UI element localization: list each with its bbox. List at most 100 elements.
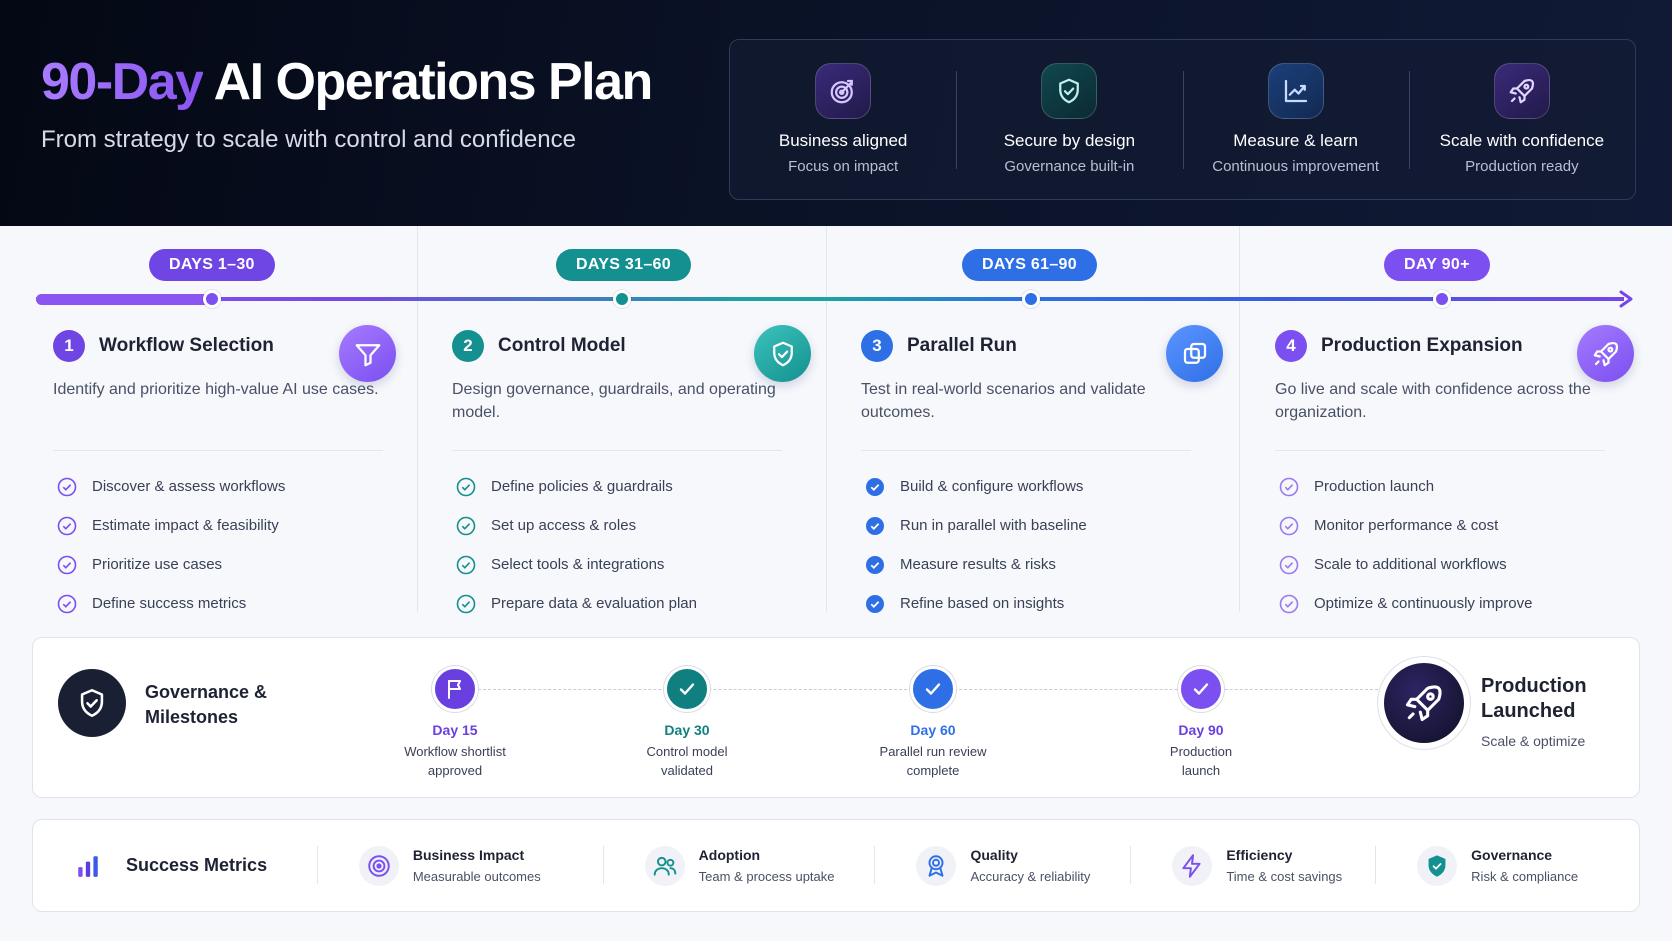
- checklist-item: Define success metrics: [53, 584, 388, 623]
- line-chart-icon: [1267, 63, 1324, 119]
- checklist-text: Discover & assess workflows: [92, 478, 286, 495]
- pillar-subtitle: Continuous improvement: [1212, 158, 1379, 175]
- checklist-text: Set up access & roles: [491, 517, 637, 534]
- pillar-measure-learn: Measure & learn Continuous improvement: [1182, 40, 1409, 199]
- metric-adoption: Adoption Team & process uptake: [602, 819, 875, 912]
- metric-quality: Quality Accuracy & reliability: [874, 819, 1130, 912]
- checklist-text: Monitor performance & cost: [1314, 517, 1499, 534]
- timeline-track: [36, 297, 1624, 301]
- launch-subtitle: Scale & optimize: [1481, 733, 1586, 749]
- check-circle-icon: [866, 477, 884, 496]
- phase-title: Workflow Selection: [99, 335, 274, 356]
- phase-checklist: Build & configure workflows Run in paral…: [861, 467, 1196, 623]
- column-divider: [1239, 226, 1240, 612]
- award-icon: [916, 845, 957, 886]
- milestone-day: Day 15: [432, 722, 478, 738]
- timeline-dot: [203, 290, 221, 308]
- phase-description: Test in real-world scenarios and validat…: [861, 381, 1146, 421]
- checklist-text: Refine based on insights: [900, 595, 1065, 612]
- launch-title: Production Launched: [1481, 675, 1587, 722]
- pillar-subtitle: Governance built-in: [1004, 158, 1135, 175]
- phase-divider: [1275, 450, 1605, 451]
- checklist-item: Set up access & roles: [452, 506, 787, 545]
- governance-title: Governance & Milestones: [145, 682, 268, 727]
- checklist-item: Build & configure workflows: [861, 467, 1196, 506]
- checklist-item: Discover & assess workflows: [53, 467, 388, 506]
- milestone-day15: Day 15 Workflow shortlist approved: [380, 666, 530, 780]
- checklist-text: Prioritize use cases: [92, 556, 223, 573]
- metric-title: Business Impact: [412, 847, 525, 863]
- phase-card: 4 Production Expansion Go live and scale…: [1275, 325, 1634, 623]
- phase-pill: DAYS 31–60: [556, 249, 691, 281]
- check-icon: [910, 666, 956, 712]
- shield-check-icon: [754, 325, 811, 382]
- metric-efficiency: Efficiency Time & cost savings: [1130, 819, 1375, 912]
- milestone-day90: Day 90 Production launch: [1126, 666, 1276, 780]
- phase-checklist: Define policies & guardrails Set up acce…: [452, 467, 787, 623]
- arrow-right-icon: [1619, 290, 1633, 308]
- check-circle-icon: [866, 594, 884, 613]
- phase-title: Production Expansion: [1321, 335, 1523, 356]
- metrics-card: Success Metrics Business Impact Measurab…: [32, 819, 1640, 912]
- phase-description: Identify and prioritize high-value AI us…: [53, 381, 379, 398]
- metric-subtitle: Accuracy & reliability: [970, 869, 1091, 884]
- phase-pill: DAY 90+: [1384, 249, 1490, 281]
- metrics-header: Success Metrics: [33, 853, 317, 879]
- phase-number: 3: [861, 330, 893, 362]
- timeline-dot: [1433, 290, 1451, 308]
- copy-icon: [1166, 325, 1223, 382]
- header-banner: 90-Day AI Operations Plan From strategy …: [0, 0, 1672, 226]
- pillar-subtitle: Focus on impact: [788, 158, 899, 175]
- timeline-dot: [1022, 290, 1040, 308]
- checklist-text: Estimate impact & feasibility: [92, 517, 279, 534]
- phase-card: 3 Parallel Run Test in real-world scenar…: [861, 325, 1223, 623]
- target-icon: [815, 63, 872, 119]
- check-circle-icon: [456, 477, 476, 496]
- title-accent: 90-Day: [41, 53, 204, 111]
- check-circle-icon: [57, 477, 77, 496]
- pillar-title: Scale with confidence: [1439, 131, 1605, 150]
- pillar-business-aligned: Business aligned Focus on impact: [730, 40, 956, 199]
- check-circle-icon: [866, 555, 884, 574]
- check-circle-icon: [1279, 516, 1299, 535]
- phase-number: 4: [1275, 330, 1307, 362]
- checklist-text: Define policies & guardrails: [491, 478, 673, 495]
- phase-description: Go live and scale with confidence across…: [1275, 381, 1591, 421]
- governance-card: Governance & Milestones Day 15 Workflow …: [32, 637, 1640, 798]
- phase-divider: [452, 450, 782, 451]
- metric-title: Efficiency: [1226, 847, 1293, 863]
- funnel-icon: [339, 325, 396, 382]
- phase-title: Control Model: [498, 335, 626, 356]
- metrics-title: Success Metrics: [126, 855, 268, 875]
- timeline-section: DAYS 1–30 DAYS 31–60 DAYS 61–90 DAY 90+ …: [0, 226, 1672, 616]
- checklist-text: Select tools & integrations: [491, 556, 665, 573]
- check-circle-icon: [456, 555, 476, 574]
- pillars-panel: Business aligned Focus on impact Secure …: [729, 39, 1636, 200]
- checklist-text: Optimize & continuously improve: [1314, 595, 1533, 612]
- metric-business-impact: Business Impact Measurable outcomes: [316, 819, 603, 912]
- checklist-item: Optimize & continuously improve: [1275, 584, 1610, 623]
- milestone-day: Day 60: [910, 722, 956, 738]
- metric-subtitle: Measurable outcomes: [412, 869, 541, 884]
- milestone-desc: Parallel run review complete: [879, 744, 987, 778]
- phase-card: 2 Control Model Design governance, guard…: [452, 325, 811, 623]
- metric-governance: Governance Risk & compliance: [1375, 819, 1639, 912]
- milestone-day30: Day 30 Control model validated: [612, 666, 762, 780]
- check-circle-icon: [57, 594, 77, 613]
- launch-badge: [1378, 657, 1470, 749]
- metric-subtitle: Risk & compliance: [1471, 869, 1579, 884]
- checklist-item: Production launch: [1275, 467, 1610, 506]
- checklist-item: Monitor performance & cost: [1275, 506, 1610, 545]
- bar-chart-icon: [78, 855, 98, 877]
- rocket-icon: [1493, 63, 1550, 119]
- shield-check-icon: [58, 669, 126, 737]
- metric-subtitle: Time & cost savings: [1226, 869, 1343, 884]
- checklist-item: Prepare data & evaluation plan: [452, 584, 787, 623]
- check-circle-icon: [1279, 594, 1299, 613]
- checklist-item: Prioritize use cases: [53, 545, 388, 584]
- pillar-title: Business aligned: [778, 131, 908, 150]
- check-circle-icon: [456, 594, 476, 613]
- checklist-text: Production launch: [1314, 478, 1435, 495]
- milestone-desc: Workflow shortlist approved: [404, 744, 506, 778]
- milestone-desc: Control model validated: [646, 744, 728, 778]
